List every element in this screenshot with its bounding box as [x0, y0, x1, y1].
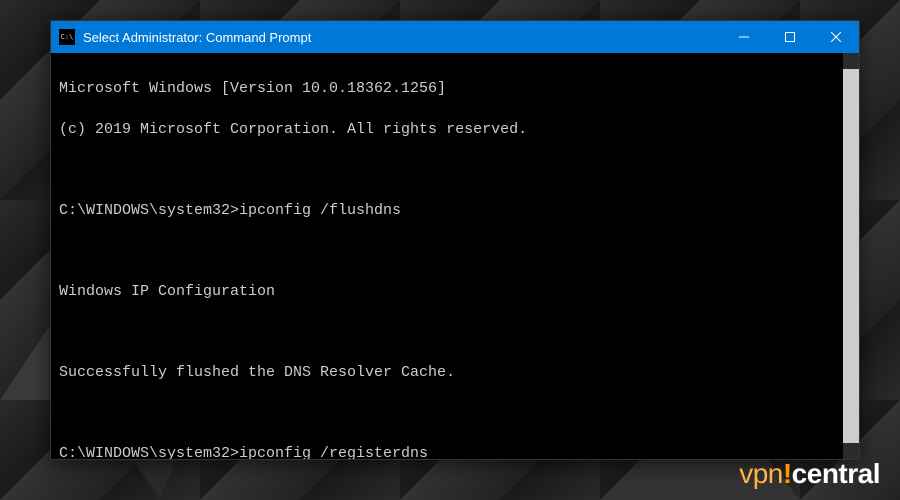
maximize-button[interactable]: [767, 21, 813, 53]
watermark-logo: vpn!central: [739, 458, 880, 490]
terminal-line: Microsoft Windows [Version 10.0.18362.12…: [59, 79, 835, 99]
close-icon: [831, 32, 841, 42]
terminal-line: Windows IP Configuration: [59, 282, 835, 302]
terminal-line: Successfully flushed the DNS Resolver Ca…: [59, 363, 835, 383]
maximize-icon: [785, 32, 795, 42]
close-button[interactable]: [813, 21, 859, 53]
watermark-part: !: [783, 458, 792, 490]
scrollbar-track[interactable]: [843, 69, 859, 443]
window-title: Select Administrator: Command Prompt: [83, 30, 721, 45]
command-text: ipconfig /flushdns: [239, 202, 401, 219]
terminal-blank: [59, 160, 835, 180]
watermark-part: vpn: [739, 458, 783, 490]
scrollbar[interactable]: [843, 53, 859, 459]
command-prompt-window: Select Administrator: Command Prompt Mic…: [50, 20, 860, 460]
terminal-blank: [59, 403, 835, 423]
terminal-blank: [59, 241, 835, 261]
terminal-line: C:\WINDOWS\system32>ipconfig /flushdns: [59, 201, 835, 221]
terminal-body: Microsoft Windows [Version 10.0.18362.12…: [51, 53, 859, 459]
cmd-icon: [59, 29, 75, 45]
window-controls: [721, 21, 859, 53]
command-text: ipconfig /registerdns: [239, 445, 428, 459]
terminal-blank: [59, 322, 835, 342]
terminal-line: C:\WINDOWS\system32>ipconfig /registerdn…: [59, 444, 835, 459]
minimize-button[interactable]: [721, 21, 767, 53]
titlebar[interactable]: Select Administrator: Command Prompt: [51, 21, 859, 53]
terminal-content[interactable]: Microsoft Windows [Version 10.0.18362.12…: [51, 53, 843, 459]
terminal-line: (c) 2019 Microsoft Corporation. All righ…: [59, 120, 835, 140]
scrollbar-thumb[interactable]: [843, 69, 859, 443]
watermark-part: central: [792, 458, 880, 490]
prompt: C:\WINDOWS\system32>: [59, 202, 239, 219]
prompt: C:\WINDOWS\system32>: [59, 445, 239, 459]
minimize-icon: [739, 32, 749, 42]
